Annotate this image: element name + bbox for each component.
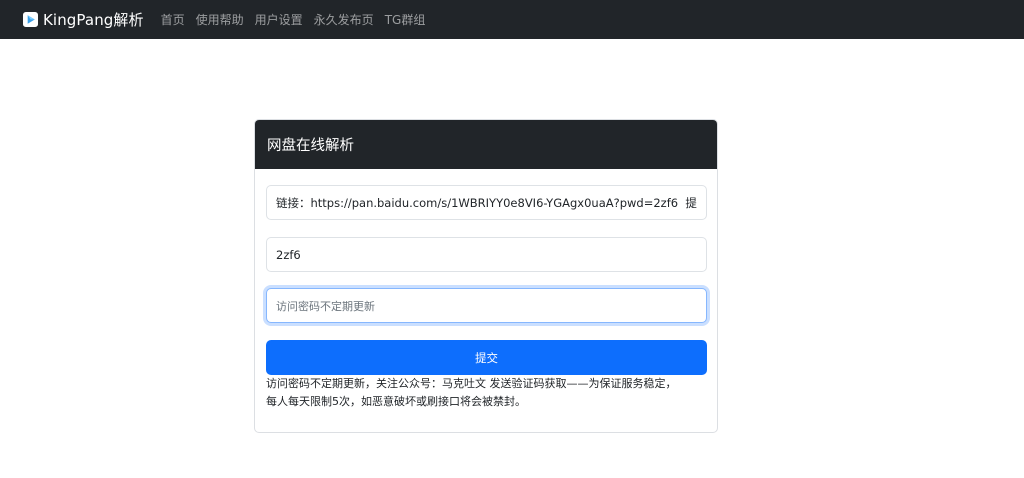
parse-card: 网盘在线解析 提交 访问密码不定期更新，关注公众号：马克吐文 发送验证码获取——… <box>254 119 718 433</box>
submit-button[interactable]: 提交 <box>266 340 707 375</box>
notice-text: 访问密码不定期更新，关注公众号：马克吐文 发送验证码获取——为保证服务稳定， 每… <box>266 375 707 411</box>
brand-link[interactable]: KingPang解析 <box>23 9 144 30</box>
card-title: 网盘在线解析 <box>255 120 717 169</box>
notice-line-2: 每人每天限制5次，如恶意破坏或刷接口将会被禁封。 <box>266 395 526 408</box>
extract-code-input[interactable] <box>266 237 707 272</box>
share-link-input[interactable] <box>266 185 707 220</box>
brand-name: KingPang解析 <box>43 11 144 29</box>
top-navbar: KingPang解析 首页 使用帮助 用户设置 永久发布页 TG群组 <box>0 0 1024 39</box>
nav-link-user-settings[interactable]: 用户设置 <box>255 11 303 28</box>
nav-link-tg-group[interactable]: TG群组 <box>385 11 426 28</box>
nav-link-home[interactable]: 首页 <box>161 11 185 28</box>
access-password-input[interactable] <box>266 288 707 323</box>
nav-link-help[interactable]: 使用帮助 <box>196 11 244 28</box>
notice-line-1: 访问密码不定期更新，关注公众号：马克吐文 发送验证码获取——为保证服务稳定， <box>266 377 677 390</box>
nav-link-permanent-page[interactable]: 永久发布页 <box>314 11 374 28</box>
play-icon <box>23 12 38 27</box>
nav-links: 首页 使用帮助 用户设置 永久发布页 TG群组 <box>161 11 437 28</box>
